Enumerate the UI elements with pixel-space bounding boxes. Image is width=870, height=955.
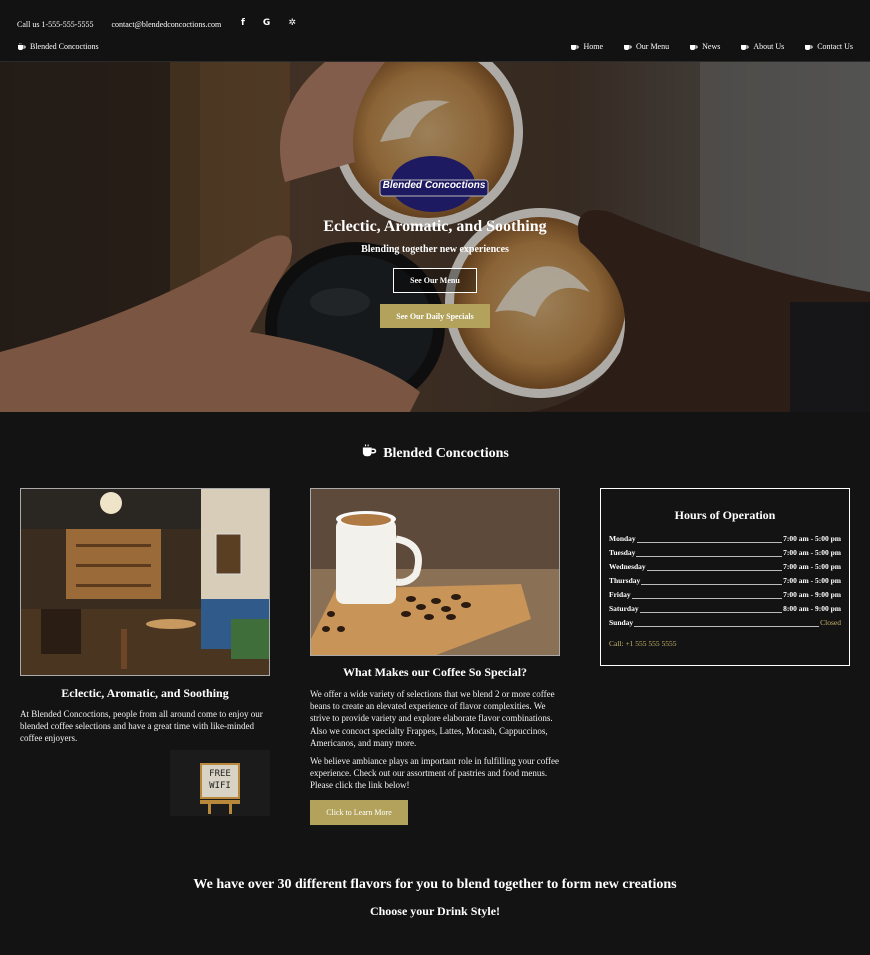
hours-day: Thursday: [609, 576, 641, 585]
nav-item-about[interactable]: About Us: [740, 42, 784, 51]
nav-item-menu[interactable]: Our Menu: [623, 42, 669, 51]
wifi-line-1: FREE: [209, 769, 231, 779]
hours-time: 7:00 am - 5:00 pm: [783, 576, 841, 585]
coffee-cup-icon: [740, 43, 749, 51]
coffee-cup-icon: [689, 43, 698, 51]
hours-title: Hours of Operation: [674, 508, 776, 522]
hours-time: 8:00 am - 9:00 pm: [783, 604, 841, 613]
hours-time: 7:00 am - 5:00 pm: [783, 548, 841, 557]
call-link[interactable]: Call: +1 555 555 5555: [609, 639, 677, 648]
nav-label: Home: [583, 42, 603, 51]
hours-day: Sunday: [609, 618, 634, 627]
main-nav: Home Our Menu News About Us Contact Us: [570, 42, 853, 51]
hours-row: Tuesday 7:00 am - 5:00 pm: [609, 548, 841, 560]
hero-image: [0, 62, 870, 412]
hours-day: Wednesday: [609, 562, 646, 571]
google-icon[interactable]: G: [263, 18, 270, 28]
hero-banner: Blended Concoctions Eclectic, Aromatic, …: [0, 62, 870, 412]
nav-item-contact[interactable]: Contact Us: [804, 42, 853, 51]
social-links: f G ✲: [241, 18, 296, 28]
middle-paragraph-2: We believe ambiance plays an important r…: [310, 756, 560, 791]
learn-more-button[interactable]: Click to Learn More: [310, 800, 408, 825]
nav-label: Our Menu: [636, 42, 670, 51]
left-heading: Eclectic, Aromatic, and Soothing: [61, 686, 229, 700]
hours-time-closed: Closed: [820, 618, 841, 627]
hours-row: Wednesday 7:00 am - 5:00 pm: [609, 562, 841, 574]
hours-day: Tuesday: [609, 548, 636, 557]
flavors-heading: We have over 30 different flavors for yo…: [193, 877, 677, 892]
brand-link[interactable]: Blended Concoctions: [17, 42, 99, 51]
nav-item-news[interactable]: News: [689, 42, 720, 51]
hours-row: Sunday Closed: [609, 618, 841, 630]
hours-of-operation: Hours of Operation Monday 7:00 am - 5:00 …: [600, 488, 850, 666]
yelp-icon[interactable]: ✲: [288, 18, 296, 28]
see-specials-button[interactable]: See Our Daily Specials: [380, 304, 490, 328]
middle-paragraph-1: We offer a wide variety of selections th…: [310, 689, 555, 748]
hero-subtitle: Blending together new experiences: [361, 244, 509, 255]
middle-heading: What Makes our Coffee So Special?: [342, 665, 528, 679]
email-link[interactable]: contact@blendedconcoctions.com: [111, 20, 221, 29]
section-title: Blended Concoctions: [0, 444, 870, 463]
hours-time: 7:00 am - 5:00 pm: [783, 562, 841, 571]
hours-time: 7:00 am - 9:00 pm: [783, 590, 841, 599]
hours-day: Monday: [609, 534, 636, 543]
nav-label: News: [702, 42, 721, 51]
top-bar: Call us 1-555-555-5555 contact@blendedco…: [0, 0, 870, 62]
free-wifi-image: FREE WIFI: [170, 750, 270, 816]
hours-day: Saturday: [609, 604, 639, 613]
facebook-icon[interactable]: f: [241, 18, 245, 28]
hours-row: Monday 7:00 am - 5:00 pm: [609, 534, 841, 546]
coffee-cup-icon: [623, 43, 632, 51]
see-menu-button[interactable]: See Our Menu: [393, 268, 477, 293]
hours-row: Thursday 7:00 am - 5:00 pm: [609, 576, 841, 588]
wifi-line-2: WIFI: [209, 781, 231, 791]
nav-item-home[interactable]: Home: [570, 42, 603, 51]
hours-row: Saturday 8:00 am - 9:00 pm: [609, 604, 841, 616]
brand-label: Blended Concoctions: [30, 42, 99, 51]
coffee-cup-icon: [570, 43, 580, 51]
left-text: At Blended Concoctions, people from all …: [20, 709, 263, 744]
contact-info: Call us 1-555-555-5555 contact@blendedco…: [17, 20, 221, 29]
cafe-interior-image: [20, 488, 270, 676]
hours-time: 7:00 am - 5:00 pm: [783, 534, 841, 543]
drink-style-heading: Choose your Drink Style!: [369, 904, 501, 918]
coffee-cup-image: [310, 488, 560, 656]
section-title-text: Blended Concoctions: [383, 445, 509, 461]
nav-label: About Us: [753, 42, 785, 51]
nav-label: Contact Us: [817, 42, 853, 51]
coffee-cup-icon: [804, 43, 813, 51]
hero-title: Eclectic, Aromatic, and Soothing: [323, 218, 547, 235]
hours-row: Friday 7:00 am - 9:00 pm: [609, 590, 841, 602]
coffee-cup-icon: [17, 42, 26, 51]
hero-logo-label: Blended Concoctions: [382, 180, 486, 191]
coffee-cup-icon: [361, 444, 377, 463]
phone-link[interactable]: Call us 1-555-555-5555: [17, 20, 93, 29]
hours-day: Friday: [609, 590, 631, 599]
